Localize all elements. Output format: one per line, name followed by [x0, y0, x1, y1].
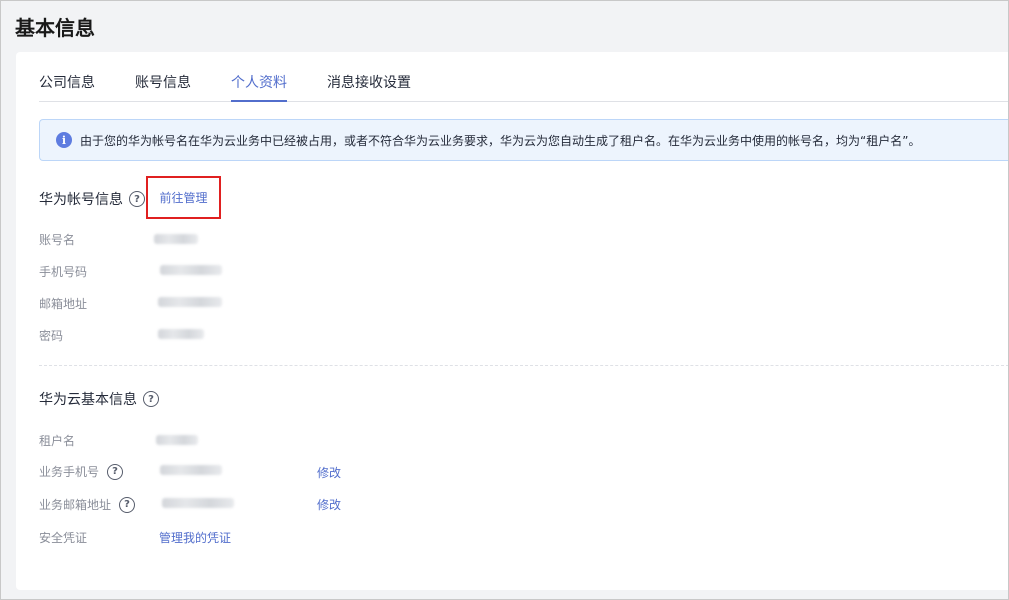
redacted-email [158, 297, 222, 307]
redacted-account-name [154, 234, 198, 244]
info-notice: i 由于您的华为帐号名在华为云业务中已经被占用，或者不符合华为云业务要求，华为云… [39, 119, 1009, 161]
section-divider [39, 365, 1009, 366]
field-label-business-email: 业务邮箱地址 ? [39, 496, 136, 513]
tab-company-info[interactable]: 公司信息 [39, 72, 95, 100]
notice-text: 由于您的华为帐号名在华为云业务中已经被占用，或者不符合华为云业务要求，华为云为您… [80, 133, 921, 148]
manage-credentials-link[interactable]: 管理我的凭证 [159, 529, 231, 546]
field-label-account-name: 账号名 [39, 233, 76, 247]
question-circle-icon[interactable]: ? [129, 191, 145, 207]
redacted-password [158, 329, 204, 339]
section-title-text: 华为帐号信息 [39, 192, 123, 208]
manage-link-highlight: 前往管理 [146, 176, 221, 219]
question-circle-icon[interactable]: ? [107, 463, 124, 480]
tab-bar: 公司信息 账号信息 个人资料 消息接收设置 [39, 52, 1009, 102]
edit-business-email-link[interactable]: 修改 [317, 496, 341, 513]
field-label-business-phone: 业务手机号 ? [39, 463, 124, 480]
redacted-phone [160, 265, 222, 275]
page-title: 基本信息 [15, 16, 95, 40]
redacted-business-phone [160, 465, 222, 475]
business-phone-label: 业务手机号 [39, 465, 100, 479]
info-icon: i [56, 132, 72, 148]
edit-business-phone-link[interactable]: 修改 [317, 464, 341, 481]
business-email-label: 业务邮箱地址 [39, 498, 112, 512]
field-label-tenant-name: 租户名 [39, 434, 76, 448]
question-circle-icon[interactable]: ? [143, 391, 159, 407]
field-label-password: 密码 [39, 329, 64, 343]
field-label-email: 邮箱地址 [39, 297, 88, 311]
huawei-account-section-title: 华为帐号信息 ? [39, 189, 145, 209]
field-label-phone: 手机号码 [39, 265, 88, 279]
go-manage-link[interactable]: 前往管理 [159, 189, 207, 206]
cloud-basic-section-title: 华为云基本信息 ? [39, 389, 159, 409]
redacted-business-email [162, 498, 234, 508]
tab-message-settings[interactable]: 消息接收设置 [327, 72, 411, 100]
profile-card: 公司信息 账号信息 个人资料 消息接收设置 i 由于您的华为帐号名在华为云业务中… [16, 52, 1009, 590]
tab-personal-profile[interactable]: 个人资料 [231, 72, 287, 102]
section-title-text: 华为云基本信息 [39, 392, 137, 408]
question-circle-icon[interactable]: ? [119, 496, 136, 513]
tab-account-info[interactable]: 账号信息 [135, 72, 191, 100]
field-label-security-credentials: 安全凭证 [39, 531, 88, 545]
redacted-tenant-name [156, 435, 198, 445]
